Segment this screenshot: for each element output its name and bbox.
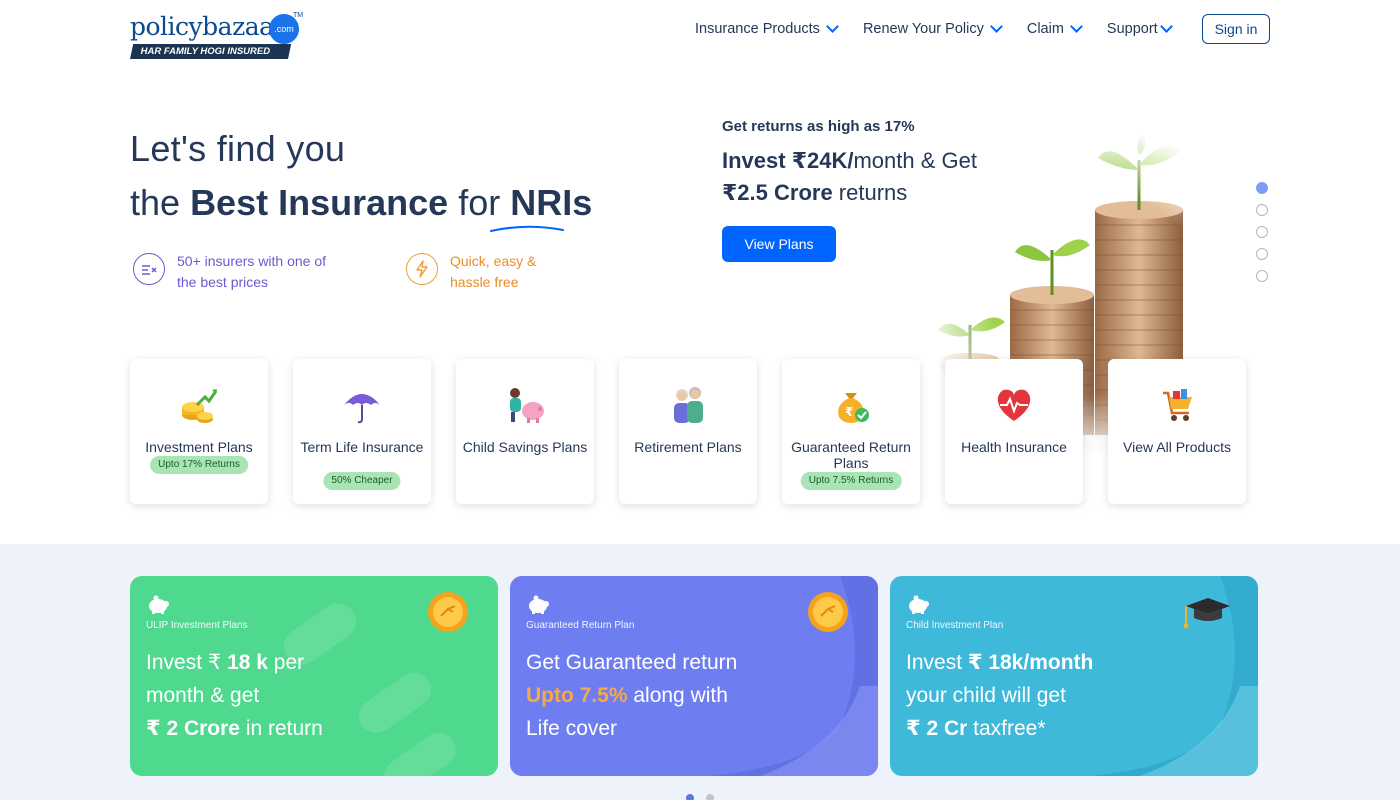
logo[interactable]: policybazaar .com TM HAR FAMILY HOGI INS… — [130, 12, 305, 62]
hero-title-line2: the Best Insurance for NRIs — [130, 182, 593, 223]
promo-headline: Get returns as high as 17% — [722, 118, 915, 135]
chevron-down-icon — [1070, 20, 1083, 33]
logo-wordmark: policybazaar — [130, 12, 286, 41]
carousel-dot[interactable] — [1256, 270, 1268, 282]
logo-tagline: HAR FAMILY HOGI INSURED — [130, 44, 292, 59]
product-label: Guaranteed Return Plans — [791, 439, 911, 471]
chevron-down-icon — [826, 20, 839, 33]
svg-text:₹: ₹ — [845, 405, 853, 419]
product-label: Child Savings Plans — [462, 439, 588, 455]
offer-text: Invest ₹ 18k/month your child will get ₹… — [906, 651, 1094, 740]
nav-support[interactable]: Support — [1107, 19, 1173, 39]
sign-in-button[interactable]: Sign in — [1202, 14, 1270, 44]
page: policybazaar .com TM HAR FAMILY HOGI INS… — [0, 0, 1400, 800]
piggy-bank-icon — [149, 595, 169, 614]
product-card-child-savings[interactable]: Child Savings Plans — [456, 359, 594, 504]
product-badge: Upto 17% Returns — [150, 456, 248, 474]
feature-insurers: 50+ insurers with one of the best prices — [133, 251, 327, 293]
main-nav: Insurance Products Renew Your Policy Cla… — [695, 19, 1197, 39]
offer-card-guaranteed[interactable]: Guaranteed Return Plan Get Guaranteed re… — [510, 576, 878, 776]
child-piggy-icon — [510, 388, 544, 423]
offer-tag: Guaranteed Return Plan — [526, 620, 635, 631]
piggy-bank-icon — [529, 595, 549, 614]
product-badge: 50% Cheaper — [323, 472, 401, 490]
heart-pulse-icon — [997, 389, 1031, 421]
feature-quick-text: Quick, easy & hassle free — [450, 253, 537, 290]
nav-claim[interactable]: Claim — [1027, 19, 1083, 39]
product-card-term-life[interactable]: Term Life Insurance 50% Cheaper — [293, 359, 431, 504]
highlight-underline — [490, 225, 564, 232]
product-label: Investment Plans — [145, 439, 253, 455]
promo-line1: Invest ₹24K/month & Get — [722, 148, 977, 173]
hero-highlight: NRIs — [510, 182, 593, 223]
chevron-down-icon — [1159, 20, 1173, 33]
carousel-dot[interactable] — [1256, 182, 1268, 194]
product-label: Health Insurance — [961, 439, 1067, 455]
offer-card-child[interactable]: Child Investment Plan Invest ₹ 18k/month… — [890, 576, 1258, 776]
product-card-investment[interactable]: Investment Plans Upto 17% Returns — [130, 359, 268, 504]
product-card-health[interactable]: Health Insurance — [945, 359, 1083, 504]
product-card-guaranteed-return[interactable]: ₹ Guaranteed Return Plans Upto 7.5% Retu… — [782, 359, 920, 504]
promo-carousel-dots — [1256, 182, 1268, 292]
lightning-icon — [406, 253, 438, 285]
carousel-dot[interactable] — [706, 794, 714, 800]
nav-insurance-products[interactable]: Insurance Products — [695, 19, 839, 39]
product-badge: Upto 7.5% Returns — [800, 472, 902, 490]
product-label: View All Products — [1123, 439, 1231, 455]
offer-text: Invest ₹ 18 k per month & get ₹ 2 Crore … — [146, 651, 323, 740]
product-card-retirement[interactable]: Retirement Plans — [619, 359, 757, 504]
compare-icon — [133, 253, 165, 285]
product-label: Term Life Insurance — [300, 439, 424, 455]
cart-icon — [1163, 389, 1192, 421]
product-label: Retirement Plans — [634, 439, 742, 455]
product-cards: Investment Plans Upto 17% Returns Term L… — [130, 359, 1271, 504]
carousel-dot[interactable] — [686, 794, 694, 800]
hero-title-line1: Let's find you — [130, 128, 346, 169]
promo-line2: ₹2.5 Crore returns — [722, 180, 908, 205]
coins-growth-icon — [182, 389, 218, 423]
product-card-view-all[interactable]: View All Products — [1108, 359, 1246, 504]
elderly-couple-icon — [674, 387, 703, 423]
offer-text: Get Guaranteed return Upto 7.5% along wi… — [526, 651, 738, 740]
carousel-dot[interactable] — [1256, 226, 1268, 238]
view-plans-button[interactable]: View Plans — [722, 226, 836, 262]
carousel-dot[interactable] — [1256, 248, 1268, 260]
piggy-bank-icon — [909, 595, 929, 614]
money-bag-icon: ₹ — [838, 393, 869, 423]
nav-renew-policy[interactable]: Renew Your Policy — [863, 19, 1003, 39]
carousel-dot[interactable] — [1256, 204, 1268, 216]
logo-trademark: TM — [293, 12, 304, 19]
umbrella-icon — [344, 394, 380, 424]
offer-tag: ULIP Investment Plans — [146, 620, 248, 631]
feature-quick: Quick, easy & hassle free — [406, 251, 560, 293]
header: policybazaar .com TM HAR FAMILY HOGI INS… — [0, 0, 1400, 64]
offers-carousel-dots — [686, 794, 726, 800]
chevron-down-icon — [989, 20, 1003, 33]
feature-insurers-text: 50+ insurers with one of the best prices — [177, 253, 327, 290]
offer-card-ulip[interactable]: ULIP Investment Plans Invest ₹ 18 k per … — [130, 576, 498, 776]
offer-tag: Child Investment Plan — [906, 620, 1004, 631]
